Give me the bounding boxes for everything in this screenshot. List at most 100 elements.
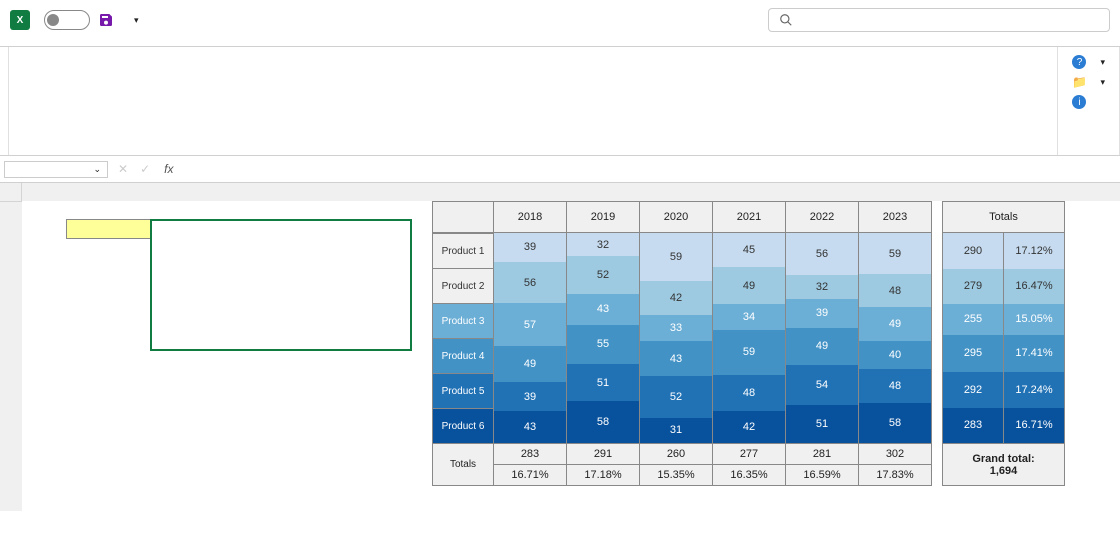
chevron-down-icon: ⌄ [93,164,101,175]
mekko-segment: 54 [786,365,858,405]
mekko-product-label: Product 2 [433,268,493,303]
mekko-segment: 49 [713,267,785,304]
mekko-chart[interactable]: 201820192020202120222023TotalsProduct 1P… [432,201,1065,486]
mekko-segment: 49 [859,307,931,341]
mekko-segment: 48 [713,375,785,411]
autosave-toggle[interactable] [38,10,90,30]
mekko-col-pct: 16.59% [786,465,859,486]
mekko-year-header: 2022 [786,202,859,233]
mekko-segment: 59 [640,233,712,281]
about-button[interactable]: i [1072,95,1105,109]
info-icon: i [1072,95,1086,109]
source-data-table[interactable] [66,219,152,239]
mekko-col-pct: 17.83% [859,465,932,486]
ribbon-group-advanced [9,47,1058,155]
mekko-segment: 48 [859,274,931,307]
name-box[interactable]: ⌄ [4,161,108,178]
mekko-segment: 40 [859,341,931,369]
column-headers [22,183,1120,201]
mekko-segment: 58 [859,403,931,443]
formula-cancel[interactable]: ✕ [112,162,134,176]
mekko-col-pct: 15.35% [640,465,713,486]
mekko-product-label: Product 3 [433,303,493,338]
ribbon-group-dashboard [0,47,9,155]
mekko-col-pct: 16.35% [713,465,786,486]
mekko-segment: 55 [567,325,639,365]
mekko-segment: 59 [859,233,931,274]
ribbon-group-label [1062,115,1115,119]
select-all-cell[interactable] [0,183,22,202]
mekko-segment: 43 [640,341,712,376]
mekko-product-label: Product 6 [433,408,493,443]
fx-icon[interactable]: fx [156,162,181,176]
mekko-segment: 32 [786,275,858,299]
mekko-segment: 51 [786,405,858,443]
mekko-segment: 33 [640,315,712,342]
ribbon-group-label [13,151,1053,155]
mekko-row-total: 295 [943,335,1003,372]
mekko-row-total: 279 [943,269,1003,304]
mekko-col-pct: 16.71% [494,465,567,486]
mekko-totals-header: Totals [943,202,1065,233]
mekko-col-total: 281 [786,444,859,465]
search-icon [779,13,793,27]
mekko-segment: 49 [786,328,858,365]
save-icon[interactable] [98,12,114,28]
mekko-row-pct: 17.24% [1004,372,1064,408]
mekko-segment: 39 [494,233,566,262]
search-box[interactable] [768,8,1110,32]
toggle-switch[interactable] [44,10,90,30]
mekko-col-total: 260 [640,444,713,465]
mekko-col-total: 277 [713,444,786,465]
formula-accept[interactable]: ✓ [134,162,156,176]
selection-border [150,219,412,351]
mekko-segment: 58 [567,401,639,443]
mekko-segment: 48 [859,369,931,402]
mekko-segment: 51 [567,364,639,401]
mekko-segment: 31 [640,418,712,443]
mekko-segment: 52 [640,376,712,418]
mekko-year-header: 2023 [859,202,932,233]
mekko-segment: 39 [786,299,858,328]
spreadsheet-grid[interactable]: 201820192020202120222023TotalsProduct 1P… [0,183,1120,511]
mekko-year-header: 2021 [713,202,786,233]
mekko-segment: 43 [567,294,639,325]
mekko-segment: 56 [494,262,566,304]
mekko-row-pct: 17.41% [1004,335,1064,372]
mekko-segment: 32 [567,233,639,256]
mekko-row-total: 290 [943,233,1003,269]
mekko-row-total: 283 [943,408,1003,443]
export-icon: 📁 [1072,75,1086,89]
mekko-row-total: 255 [943,304,1003,336]
ribbon: ?▾ 📁▾ i [0,47,1120,156]
ribbon-tabs [0,40,1120,47]
guide-button[interactable]: ?▾ [1072,55,1105,69]
mekko-row-pct: 17.12% [1004,233,1064,269]
row-headers [0,183,22,511]
mekko-product-label: Product 1 [433,233,493,268]
mekko-segment: 42 [640,281,712,315]
mekko-totals-label: Totals [433,444,494,486]
mekko-row-pct: 15.05% [1004,304,1064,336]
mekko-segment: 49 [494,346,566,382]
document-title-menu[interactable]: ▾ [128,15,139,26]
help-icon: ? [1072,55,1086,69]
mekko-segment: 52 [567,256,639,294]
mekko-row-pct: 16.71% [1004,408,1064,443]
mekko-segment: 56 [786,233,858,275]
mekko-year-header: 2019 [567,202,640,233]
mekko-col-total: 291 [567,444,640,465]
mekko-segment: 34 [713,304,785,330]
mekko-col-total: 283 [494,444,567,465]
formula-bar: ⌄ ✕ ✓ fx [0,156,1120,183]
mekko-segment: 59 [713,330,785,375]
mekko-segment: 39 [494,382,566,411]
export-button[interactable]: 📁▾ [1072,75,1105,89]
mekko-row-pct: 16.47% [1004,269,1064,304]
mekko-grand-total: Grand total:1,694 [943,444,1065,486]
mekko-year-header: 2020 [640,202,713,233]
title-bar: X ▾ [0,0,1120,40]
mekko-row-total: 292 [943,372,1003,408]
mekko-segment: 45 [713,233,785,267]
mekko-segment: 43 [494,411,566,443]
